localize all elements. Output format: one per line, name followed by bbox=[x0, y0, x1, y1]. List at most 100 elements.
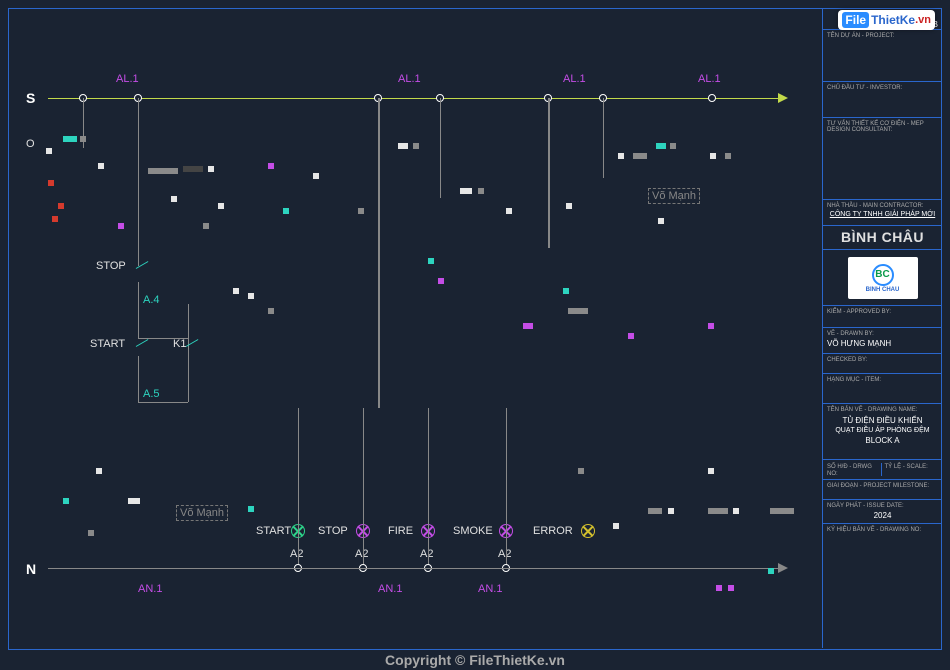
copyright-text: Copyright © FileThietKe.vn bbox=[0, 650, 950, 670]
speck-icon bbox=[128, 498, 140, 504]
speck-icon bbox=[506, 208, 512, 214]
an-label: AN.1 bbox=[378, 583, 402, 595]
lamp-vline bbox=[298, 408, 299, 568]
feeder-vline bbox=[138, 98, 139, 266]
logo-part-file: File bbox=[842, 12, 869, 28]
speck-icon bbox=[413, 143, 419, 149]
lamp-fire-label: FIRE bbox=[388, 525, 413, 537]
speck-icon bbox=[268, 308, 274, 314]
al-label: AL.1 bbox=[116, 73, 139, 85]
a2-label: A2 bbox=[420, 548, 433, 560]
feeder-vline bbox=[378, 98, 380, 408]
speck-icon bbox=[88, 530, 94, 536]
speck-icon bbox=[398, 143, 408, 149]
neutral-bus-line bbox=[48, 568, 778, 569]
company-logo-text: BINH CHAU bbox=[866, 287, 900, 293]
tb-milestone-label: Giai đoạn - Project milestone: bbox=[827, 483, 938, 489]
feeder-vline bbox=[138, 282, 139, 338]
speck-icon bbox=[96, 468, 102, 474]
speck-icon bbox=[268, 163, 274, 169]
start-switch-icon bbox=[136, 346, 154, 364]
speck-icon bbox=[710, 153, 716, 159]
source-label: S bbox=[26, 90, 35, 106]
tb-drawing-no-label: Ký hiệu bản vẽ - Drawing no: bbox=[827, 527, 938, 533]
logo-part-vn: .vn bbox=[915, 14, 931, 26]
speck-icon bbox=[568, 308, 588, 314]
al-label: AL.1 bbox=[398, 73, 421, 85]
speck-icon bbox=[618, 153, 624, 159]
speck-icon bbox=[768, 568, 774, 574]
tb-scale-label: Tỷ lệ - Scale: bbox=[885, 464, 928, 470]
tb-consultant-label: Tư vấn thiết kế cơ điện - MEP Design Con… bbox=[827, 121, 938, 133]
speck-icon bbox=[63, 498, 69, 504]
tb-item-label: Hạng mục - Item: bbox=[827, 377, 938, 383]
speck-icon bbox=[708, 508, 728, 514]
tb-company-name: CÔNG TY TNHH GIẢI PHÁP MỚI bbox=[827, 211, 938, 218]
speck-icon bbox=[428, 258, 434, 264]
speck-icon bbox=[46, 148, 52, 154]
company-logo-icon: BC BINH CHAU bbox=[848, 257, 918, 299]
neutral-bus-arrow-icon bbox=[778, 563, 788, 573]
speck-icon bbox=[670, 143, 676, 149]
neutral-label: N bbox=[26, 561, 36, 577]
tb-drawn-value: VÕ HƯNG MẠNH bbox=[827, 339, 938, 348]
speck-icon bbox=[716, 585, 722, 591]
lamp-vline bbox=[506, 408, 507, 568]
site-watermark-logo: File ThietKe .vn bbox=[838, 10, 935, 30]
speck-icon bbox=[633, 153, 647, 159]
speck-icon bbox=[658, 218, 664, 224]
lamp-error-label: ERROR bbox=[533, 525, 573, 537]
speck-icon bbox=[313, 173, 319, 179]
tb-issue-date-label: Ngày phát - Issue date: bbox=[827, 503, 938, 509]
lamp-vline bbox=[363, 408, 364, 568]
speck-icon bbox=[218, 203, 224, 209]
speck-icon bbox=[118, 223, 124, 229]
schematic-canvas[interactable]: S AL.1 AL.1 AL.1 AL.1 O STOP A.4 START K… bbox=[8, 8, 818, 648]
tb-drawing-name-label: Tên bản vẽ - Drawing name: bbox=[827, 407, 938, 413]
annotation-vo-manh: Võ Mạnh bbox=[648, 188, 700, 204]
speck-icon bbox=[460, 188, 472, 194]
speck-icon bbox=[578, 468, 584, 474]
speck-icon bbox=[628, 333, 634, 339]
start-label: START bbox=[90, 338, 125, 350]
speck-icon bbox=[203, 223, 209, 229]
lamp-vline bbox=[428, 408, 429, 568]
speck-icon bbox=[283, 208, 289, 214]
speck-icon bbox=[656, 143, 666, 149]
lamp-stop-label: STOP bbox=[318, 525, 348, 537]
feeder-vline bbox=[440, 98, 441, 198]
bus-node bbox=[708, 94, 716, 102]
tb-checked-label: Checked by: bbox=[827, 357, 938, 363]
speck-icon bbox=[148, 168, 178, 174]
speck-icon bbox=[183, 166, 203, 172]
speck-icon bbox=[171, 196, 177, 202]
o-label: O bbox=[26, 138, 35, 150]
annotation-vo-manh: Võ Mạnh bbox=[176, 505, 228, 521]
k1-label: K1 bbox=[173, 338, 186, 350]
speck-icon bbox=[563, 288, 569, 294]
stop-label: STOP bbox=[96, 260, 126, 272]
tb-investor-label: Chủ đầu tư - Investor: bbox=[827, 85, 938, 91]
tb-drawing-name-3: BLOCK A bbox=[827, 436, 938, 445]
a4-label: A.4 bbox=[143, 294, 160, 306]
an-label: AN.1 bbox=[478, 583, 502, 595]
speck-icon bbox=[358, 208, 364, 214]
speck-icon bbox=[613, 523, 619, 529]
speck-icon bbox=[708, 468, 714, 474]
speck-icon bbox=[63, 136, 77, 142]
a2-label: A2 bbox=[355, 548, 368, 560]
logo-part-thietke: ThietKe bbox=[869, 13, 915, 27]
lamp-start-label: START bbox=[256, 525, 291, 537]
tb-drawing-name-2: QUẠT ĐIỀU ÁP PHÒNG ĐỆM bbox=[827, 427, 938, 434]
a5-label: A.5 bbox=[143, 388, 160, 400]
tb-contractor-label: Nhà thầu - Main Contractor: bbox=[827, 203, 938, 209]
a2-label: A2 bbox=[498, 548, 511, 560]
tb-drawn-label: Vẽ - Drawn by: bbox=[827, 331, 938, 337]
title-block: HỘI ĐỒNG KIẾN TRÚC CKTB Tên dự án - Proj… bbox=[822, 8, 942, 648]
speck-icon bbox=[733, 508, 739, 514]
a2-label: A2 bbox=[290, 548, 303, 560]
feeder-vline bbox=[603, 98, 604, 178]
speck-icon bbox=[48, 180, 54, 186]
speck-icon bbox=[80, 136, 86, 142]
ladder-hline bbox=[138, 402, 188, 403]
